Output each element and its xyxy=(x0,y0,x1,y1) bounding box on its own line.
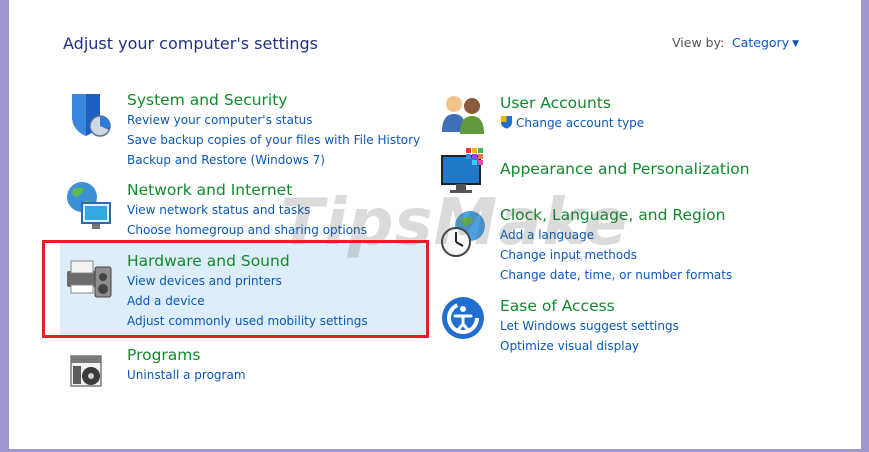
category-ease-access: Ease of Access Let Windows suggest setti… xyxy=(500,296,679,356)
view-by-dropdown[interactable]: Category ▼ xyxy=(732,35,799,50)
category-user-accounts: User Accounts Change account type xyxy=(500,93,644,135)
file-history-link[interactable]: Save backup copies of your files with Fi… xyxy=(127,130,420,150)
category-programs: Programs Uninstall a program xyxy=(127,345,246,385)
watermark-domain: .com xyxy=(560,252,587,265)
programs-box-icon xyxy=(67,346,111,394)
view-by-value: Category xyxy=(732,35,790,50)
network-globe-icon xyxy=(64,179,114,235)
change-account-type-label: Change account type xyxy=(516,116,645,130)
appearance-title[interactable]: Appearance and Personalization xyxy=(500,159,750,179)
system-security-title[interactable]: System and Security xyxy=(127,90,420,110)
user-accounts-title[interactable]: User Accounts xyxy=(500,93,644,113)
ease-of-access-icon xyxy=(441,296,485,344)
optimize-display-link[interactable]: Optimize visual display xyxy=(500,336,679,356)
view-by-label: View by: xyxy=(672,35,725,50)
programs-title[interactable]: Programs xyxy=(127,345,246,365)
users-icon xyxy=(440,92,488,138)
window-frame-right xyxy=(861,0,869,452)
category-appearance: Appearance and Personalization xyxy=(500,159,750,179)
date-time-formats-link[interactable]: Change date, time, or number formats xyxy=(500,265,732,285)
caret-down-icon: ▼ xyxy=(792,39,800,49)
ease-access-title[interactable]: Ease of Access xyxy=(500,296,679,316)
page-title: Adjust your computer's settings xyxy=(63,34,318,53)
highlight-annotation-box xyxy=(42,240,429,338)
uac-shield-icon xyxy=(500,115,513,135)
review-status-link[interactable]: Review your computer's status xyxy=(127,110,420,130)
change-account-type-link[interactable]: Change account type xyxy=(500,113,644,135)
suggest-settings-link[interactable]: Let Windows suggest settings xyxy=(500,316,679,336)
backup-restore-link[interactable]: Backup and Restore (Windows 7) xyxy=(127,150,420,170)
uninstall-program-link[interactable]: Uninstall a program xyxy=(127,365,246,385)
shield-icon xyxy=(66,90,114,142)
category-system-security: System and Security Review your computer… xyxy=(127,90,420,170)
window-frame-left xyxy=(0,0,9,452)
